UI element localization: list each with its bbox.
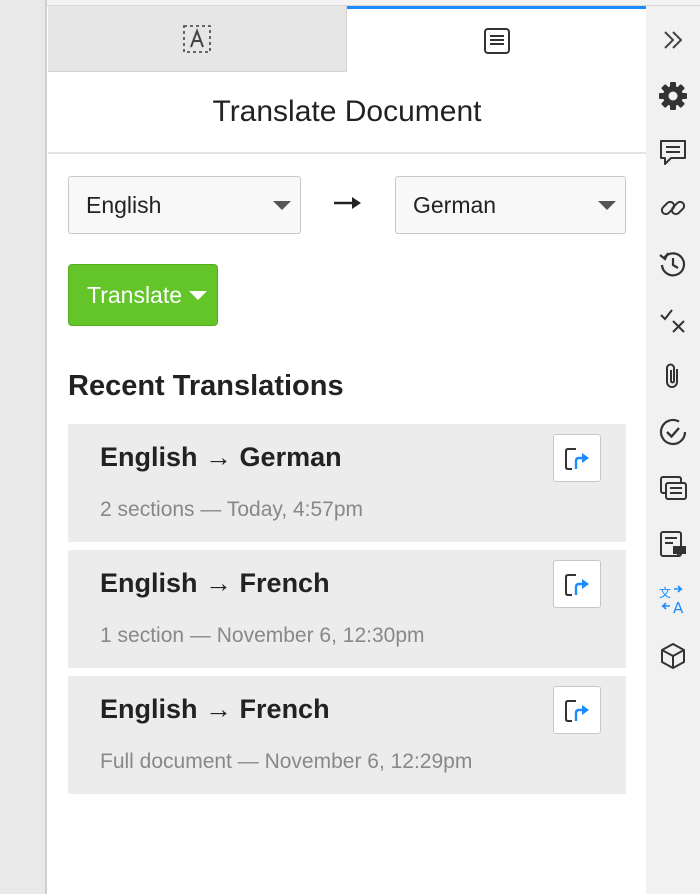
document-lines-icon (483, 27, 511, 55)
tab-annotations[interactable] (48, 6, 347, 72)
recent-translation-item[interactable]: English → French 1 section — November 6,… (68, 550, 626, 668)
recent-translation-from: English (100, 568, 198, 598)
recent-translation-to: German (239, 442, 342, 472)
translate-button-label: Translate (87, 281, 183, 308)
gear-icon[interactable] (657, 80, 689, 112)
chevron-down-icon (598, 201, 616, 210)
target-language-value: German (413, 191, 497, 218)
comment-icon[interactable] (657, 136, 689, 168)
double-chevron-right-icon[interactable] (657, 24, 689, 56)
recent-translation-details: Full document — November 6, 12:29pm (100, 750, 473, 773)
recent-translation-from: English (100, 442, 198, 472)
recent-translation-to: French (239, 694, 330, 724)
open-translation-button[interactable] (553, 434, 601, 482)
recent-translation-from: English (100, 694, 198, 724)
recent-translation-languages: English → French (100, 694, 330, 725)
translate-icon[interactable]: 文 A (657, 584, 689, 616)
link-icon[interactable] (657, 192, 689, 224)
chevron-down-icon (273, 201, 291, 210)
page-title: Translate Document (48, 72, 646, 154)
translate-button[interactable]: Translate (68, 264, 218, 326)
target-language-select[interactable]: German (395, 176, 626, 234)
document-gutter (0, 0, 47, 894)
check-x-icon[interactable] (657, 304, 689, 336)
source-language-select[interactable]: English (68, 176, 301, 234)
svg-text:A: A (673, 599, 684, 616)
source-language-value: English (86, 191, 162, 218)
svg-text:文: 文 (659, 585, 671, 600)
recent-translation-details: 2 sections — Today, 4:57pm (100, 498, 364, 521)
check-circle-icon[interactable] (657, 416, 689, 448)
history-icon[interactable] (657, 248, 689, 280)
recent-translation-item[interactable]: English → French Full document — Novembe… (68, 676, 626, 794)
chevron-down-icon (189, 290, 208, 300)
text-select-icon (182, 24, 212, 54)
recent-translation-languages: English → German (100, 442, 342, 473)
open-translation-button[interactable] (553, 560, 601, 608)
recent-translations-heading: Recent Translations (68, 370, 344, 402)
translate-panel: Translate Document English German Transl… (48, 6, 646, 894)
cube-icon[interactable] (657, 640, 689, 672)
recent-translation-arrow: → (205, 568, 233, 598)
paperclip-icon[interactable] (657, 360, 689, 392)
recent-translation-item[interactable]: English → German 2 sections — Today, 4:5… (68, 424, 626, 542)
recent-translation-arrow: → (205, 442, 233, 472)
tab-document[interactable] (347, 6, 646, 72)
recent-translation-to: French (239, 568, 330, 598)
open-external-icon (562, 695, 592, 725)
panel-tabs (48, 6, 646, 72)
side-toolbar: 文 A (646, 6, 700, 894)
recent-translation-languages: English → French (100, 568, 330, 599)
open-external-icon (562, 569, 592, 599)
recent-translation-arrow: → (205, 694, 233, 724)
document-comment-icon[interactable] (657, 528, 689, 560)
open-translation-button[interactable] (553, 686, 601, 734)
recent-translation-details: 1 section — November 6, 12:30pm (100, 624, 425, 647)
arrow-right-icon (332, 192, 364, 214)
open-external-icon (562, 443, 592, 473)
compare-docs-icon[interactable] (657, 472, 689, 504)
